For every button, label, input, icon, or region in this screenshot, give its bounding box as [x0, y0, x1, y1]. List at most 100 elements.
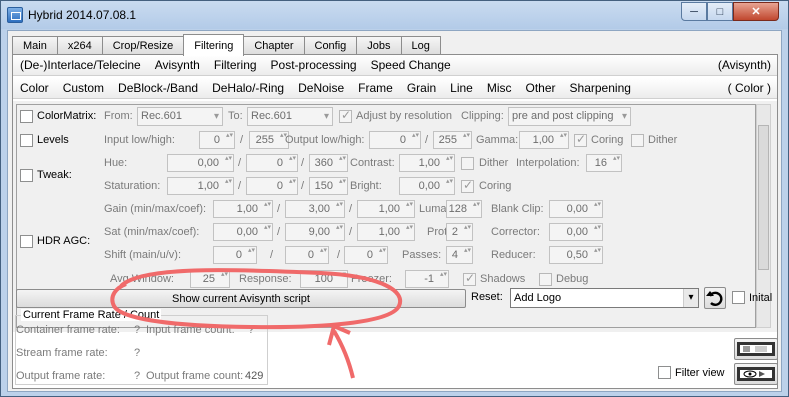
tab-filtering[interactable]: Filtering [183, 34, 245, 56]
contrast-spin[interactable]: 1,00 [399, 154, 455, 172]
tab-config[interactable]: Config [303, 36, 358, 55]
tweak-checkbox[interactable] [20, 169, 33, 182]
close-button[interactable]: ✕ [733, 2, 779, 21]
menu-denoise[interactable]: DeNoise [291, 81, 351, 95]
title-bar[interactable]: Hybrid 2014.07.08.1 ─ □ ✕ [1, 1, 788, 29]
passes-spin[interactable]: 4 [446, 246, 473, 264]
tweak-coring-checkbox[interactable] [461, 178, 474, 193]
debug-checkbox[interactable] [539, 273, 552, 286]
menu-deinterlace[interactable]: (De-)Interlace/Telecine [13, 58, 148, 72]
levels-coring-checkbox[interactable] [574, 132, 587, 147]
slash: / [240, 134, 244, 146]
maximize-button[interactable]: □ [707, 2, 733, 21]
hue-spin[interactable]: 0,00 [167, 154, 234, 172]
input-high-spin[interactable]: 255 [249, 131, 289, 149]
menu-deblock[interactable]: DeBlock-/Band [111, 81, 205, 95]
shift-v-spin[interactable]: 0 [344, 246, 388, 264]
colormatrix-checkbox[interactable] [20, 110, 33, 123]
avg-window-spin[interactable]: 25 [190, 270, 230, 288]
tweak-dither-checkbox[interactable] [461, 157, 474, 170]
tab-log[interactable]: Log [400, 36, 441, 55]
scrollbar-thumb[interactable] [758, 125, 769, 270]
show-avisynth-script-button[interactable]: Show current Avisynth script [16, 289, 466, 308]
to-select[interactable]: Rec.601 [247, 107, 333, 126]
sat-min-spin[interactable]: 0,00 [213, 223, 273, 241]
frame-rate-group-title: Current Frame Rate / Count [21, 309, 162, 321]
protect-spin[interactable]: 2 [446, 223, 473, 241]
menu-speed-change[interactable]: Speed Change [364, 58, 458, 72]
menu-post-processing[interactable]: Post-processing [264, 58, 364, 72]
colormatrix-label: ColorMatrix: [37, 110, 97, 122]
hdr-agc-checkbox[interactable] [20, 235, 33, 248]
sat-max-spin[interactable]: 9,00 [285, 223, 345, 241]
interpolation-spin[interactable]: 16 [586, 154, 622, 172]
initial-checkbox[interactable] [732, 291, 745, 304]
saturation-max-spin[interactable]: 150 [309, 177, 348, 195]
hue-min-spin[interactable]: 0 [246, 154, 298, 172]
levels-dither-checkbox[interactable] [631, 134, 644, 147]
input-low-high-label: Input low/high: [104, 134, 175, 146]
blank-clip-spin[interactable]: 0,00 [549, 200, 603, 218]
contrast-label: Contrast: [350, 157, 395, 169]
output-low-spin[interactable]: 0 [369, 131, 421, 149]
from-select[interactable]: Rec.601 [137, 107, 223, 126]
hue-max-spin[interactable]: 360 [309, 154, 348, 172]
output-high-spin[interactable]: 255 [433, 131, 472, 149]
menu-grain[interactable]: Grain [400, 81, 443, 95]
gain-min-spin[interactable]: 1,00 [213, 200, 273, 218]
menu-color[interactable]: Color [13, 81, 56, 95]
tab-x264[interactable]: x264 [56, 36, 103, 55]
blank-clip-label: Blank Clip: [491, 203, 544, 215]
slash: / [238, 157, 242, 169]
levels-checkbox[interactable] [20, 134, 33, 147]
menu-frame[interactable]: Frame [351, 81, 400, 95]
reducer-label: Reducer: [491, 249, 536, 261]
reset-select[interactable]: Add Logo [510, 288, 699, 308]
preview-button[interactable] [734, 363, 778, 385]
shift-main-spin[interactable]: 0 [213, 246, 257, 264]
gain-max-spin[interactable]: 3,00 [285, 200, 345, 218]
slash: / [270, 249, 274, 261]
container-frame-rate-value: ? [134, 324, 141, 336]
tab-crop-resize[interactable]: Crop/Resize [101, 36, 185, 55]
menu-filtering[interactable]: Filtering [207, 58, 264, 72]
stream-frame-rate-value: ? [134, 347, 141, 359]
shift-u-spin[interactable]: 0 [285, 246, 329, 264]
response-spin[interactable]: 100 [300, 270, 348, 288]
menu-dehalo[interactable]: DeHalo/-Ring [205, 81, 291, 95]
freezer-spin[interactable]: -1 [405, 270, 449, 288]
menu-misc[interactable]: Misc [480, 81, 519, 95]
menu-avisynth[interactable]: Avisynth [148, 58, 207, 72]
saturation-spin[interactable]: 1,00 [167, 177, 234, 195]
reducer-spin[interactable]: 0,50 [549, 246, 603, 264]
gain-coef-spin[interactable]: 1,00 [357, 200, 415, 218]
minimize-button[interactable]: ─ [681, 2, 707, 21]
avisynth-preview-button[interactable] [734, 338, 778, 360]
passes-label: Passes: [402, 249, 442, 261]
saturation-min-spin[interactable]: 0 [246, 177, 298, 195]
tab-main[interactable]: Main [12, 36, 58, 55]
filter-view-checkbox[interactable] [658, 366, 671, 379]
corrector-spin[interactable]: 0,00 [549, 223, 603, 241]
adjust-resolution-checkbox[interactable] [339, 108, 352, 123]
gamma-spin[interactable]: 1,00 [519, 131, 569, 149]
gamma-label: Gamma: [476, 134, 519, 146]
input-low-spin[interactable]: 0 [199, 131, 235, 149]
menu-other[interactable]: Other [519, 81, 563, 95]
luma-spin[interactable]: 128 [446, 200, 482, 218]
clipping-select[interactable]: pre and post clipping [508, 107, 631, 126]
tab-chapter[interactable]: Chapter [243, 36, 305, 55]
menu-custom[interactable]: Custom [56, 81, 111, 95]
output-frame-count-value: 429 [245, 370, 264, 382]
debug-label: Debug [556, 273, 589, 285]
shadows-checkbox[interactable] [463, 271, 476, 286]
bright-spin[interactable]: 0,00 [399, 177, 455, 195]
tab-jobs[interactable]: Jobs [356, 36, 402, 55]
slash: / [277, 226, 281, 238]
menu-line[interactable]: Line [443, 81, 480, 95]
menu-sharpening[interactable]: Sharpening [563, 81, 638, 95]
current-subcategory: ( Color ) [727, 81, 771, 95]
sat-coef-spin[interactable]: 1,00 [357, 223, 415, 241]
film-avs-icon [737, 342, 775, 356]
reset-button[interactable] [704, 287, 726, 309]
